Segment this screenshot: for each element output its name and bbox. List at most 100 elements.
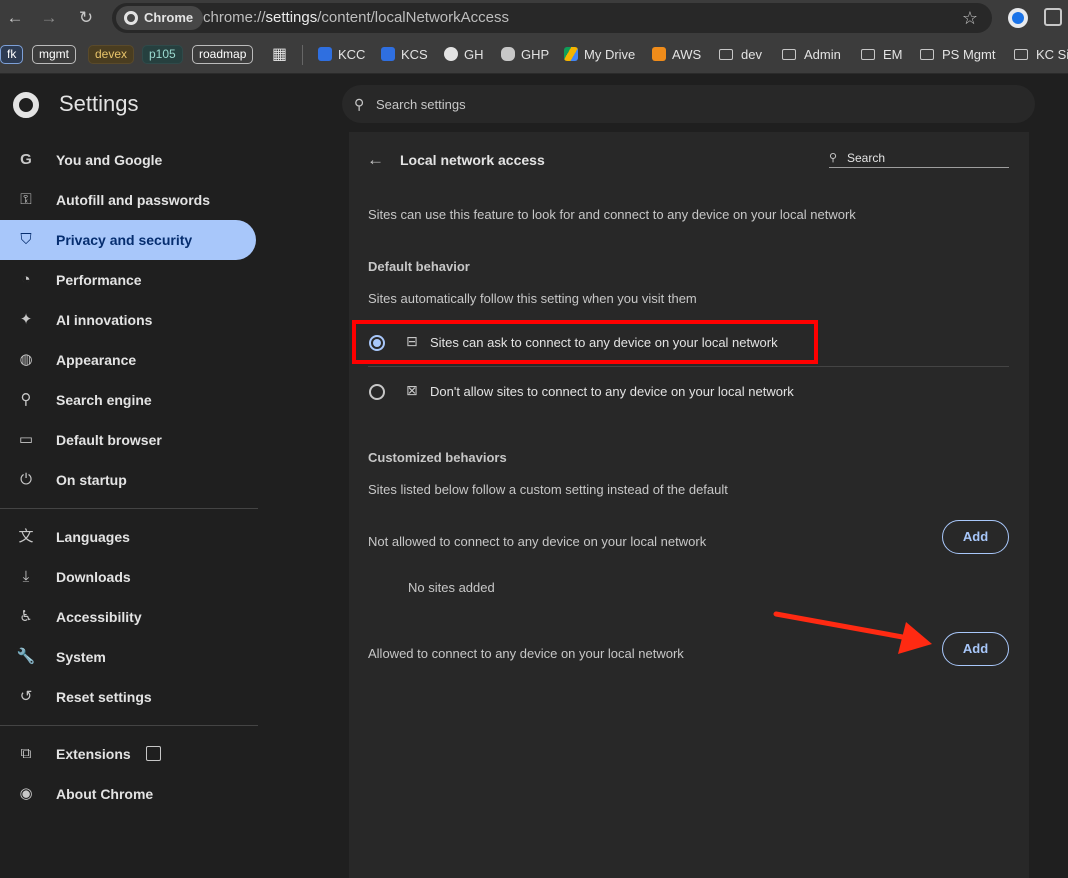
page-search-input[interactable] — [847, 150, 1007, 166]
bookmark-folder-kc-si[interactable]: KC Si — [1014, 36, 1068, 74]
sidebar-item-you-and-google[interactable]: G You and Google — [0, 140, 256, 180]
bookmark-tag-mgmt[interactable]: mgmt — [32, 45, 76, 64]
annotation-highlight-box — [352, 320, 818, 364]
chrome-logo-icon — [124, 11, 138, 25]
allowed-label: Allowed to connect to any device on your… — [368, 646, 684, 661]
bookmark-tag-devex[interactable]: devex — [88, 45, 135, 64]
folder-icon — [782, 49, 796, 60]
reset-icon: ↺ — [19, 688, 33, 705]
sidebar-item-appearance[interactable]: ◍ Appearance — [0, 340, 256, 380]
section-title: Local network access — [400, 152, 545, 168]
bookmark-folder-em[interactable]: EM — [861, 36, 903, 74]
folder-icon — [1014, 49, 1028, 60]
reload-icon[interactable]: ↻ — [74, 6, 98, 30]
extensions-puzzle-icon[interactable] — [1044, 8, 1062, 26]
content-card: ← Local network access ⚲ Sites can use t… — [349, 132, 1029, 878]
customized-behaviors-subtitle: Sites listed below follow a custom setti… — [368, 482, 728, 497]
google-g-icon: G — [20, 151, 32, 168]
sidebar-item-autofill[interactable]: ⚿ Autofill and passwords — [0, 180, 256, 220]
bookmark-kcs[interactable]: KCS — [381, 36, 428, 74]
sidebar-divider — [0, 508, 258, 509]
annotation-arrow-icon — [773, 611, 932, 654]
settings-search[interactable]: ⚲ — [342, 85, 1035, 123]
section-description: Sites can use this feature to look for a… — [368, 207, 856, 222]
bookmarks-separator — [302, 45, 303, 65]
google-drive-icon — [564, 47, 578, 61]
accessibility-icon: ♿ — [19, 608, 33, 625]
wrench-icon: 🔧 — [16, 648, 36, 665]
github-icon — [444, 47, 458, 61]
password-manager-extension-icon[interactable] — [1008, 8, 1028, 28]
browser-window-icon: ▭ — [18, 431, 34, 448]
sidebar-item-languages[interactable]: 文 Languages — [0, 517, 256, 557]
chrome-logo-icon — [13, 92, 39, 118]
search-icon: ⚲ — [354, 96, 365, 112]
sidebar-item-downloads[interactable]: ⤓ Downloads — [0, 557, 256, 597]
sidebar-item-default-browser[interactable]: ▭ Default browser — [0, 420, 256, 460]
sidebar-item-extensions[interactable]: ⧉ Extensions — [0, 734, 256, 774]
apps-grid-icon[interactable]: ▦ — [272, 36, 287, 74]
add-not-allowed-button[interactable]: Add — [942, 520, 1009, 554]
sidebar-item-on-startup[interactable]: ⏻ On startup — [0, 460, 256, 500]
sidebar-item-reset[interactable]: ↺ Reset settings — [0, 677, 256, 717]
bookmark-folder-admin[interactable]: Admin — [782, 36, 841, 74]
sidebar-item-search-engine[interactable]: ⚲ Search engine — [0, 380, 256, 420]
jira-icon — [381, 47, 395, 61]
add-allowed-button[interactable]: Add — [942, 632, 1009, 666]
bookmark-ghp[interactable]: GHP — [501, 36, 549, 74]
sidebar-item-about[interactable]: ◉ About Chrome — [0, 774, 256, 814]
download-icon: ⤓ — [22, 568, 30, 585]
customized-behaviors-heading: Customized behaviors — [368, 450, 507, 465]
router-off-icon: ⊠ — [406, 382, 418, 398]
bookmarks-bar: fk mgmt devex p105 roadmap ▦ KCC KCS GH … — [0, 36, 1068, 74]
sidebar-item-performance[interactable]: ◔ Performance — [0, 260, 256, 300]
sparkle-icon: ✦ — [19, 311, 33, 328]
not-allowed-label: Not allowed to connect to any device on … — [368, 534, 707, 549]
default-behavior-heading: Default behavior — [368, 259, 470, 274]
default-behavior-subtitle: Sites automatically follow this setting … — [368, 291, 697, 306]
search-icon: ⚲ — [829, 152, 838, 164]
chrome-logo-icon: ◉ — [19, 785, 33, 802]
address-bar[interactable]: Chrome chrome://settings/content/localNe… — [112, 3, 992, 33]
bookmark-tag-fk[interactable]: fk — [0, 45, 24, 64]
back-arrow-icon[interactable]: ← — [3, 6, 27, 30]
url-text[interactable]: chrome://settings/content/localNetworkAc… — [203, 3, 509, 33]
bookmark-tag-roadmap[interactable]: roadmap — [192, 45, 254, 64]
bookmark-kcc[interactable]: KCC — [318, 36, 365, 74]
folder-icon — [861, 49, 875, 60]
puzzle-icon: ⧉ — [20, 745, 32, 762]
back-arrow-icon[interactable]: ← — [367, 150, 384, 170]
bookmark-folder-dev[interactable]: dev — [719, 36, 762, 74]
chip-label: Chrome — [144, 10, 194, 25]
radio-block[interactable]: ⊠ Don't allow sites to connect to any de… — [368, 367, 1008, 415]
bookmark-tag-p105[interactable]: p105 — [142, 45, 183, 64]
no-sites-added: No sites added — [408, 580, 495, 595]
chrome-chip[interactable]: Chrome — [116, 6, 204, 30]
page-search[interactable]: ⚲ — [829, 150, 1009, 168]
bookmark-folder-ps-mgmt[interactable]: PS Mgmt — [920, 36, 995, 74]
sidebar-nav: G You and Google ⚿ Autofill and passwords … — [0, 140, 258, 878]
sidebar-item-ai[interactable]: ✦ AI innovations — [0, 300, 256, 340]
radio-button[interactable] — [369, 384, 385, 400]
sidebar-item-system[interactable]: 🔧 System — [0, 637, 256, 677]
forward-arrow-icon[interactable]: → — [37, 6, 61, 30]
bookmark-star-icon[interactable]: ☆ — [962, 8, 978, 29]
page-title: Settings — [59, 91, 139, 116]
open-in-new-icon — [146, 746, 161, 761]
bookmark-aws[interactable]: AWS — [652, 36, 701, 74]
bookmark-my-drive[interactable]: My Drive — [564, 36, 635, 74]
jira-icon — [318, 47, 332, 61]
speedometer-icon: ◔ — [21, 271, 31, 288]
power-icon: ⏻ — [20, 471, 32, 488]
palette-icon: ◍ — [19, 351, 33, 368]
translate-icon: 文 — [18, 528, 34, 545]
shield-icon: ⛉ — [20, 231, 32, 248]
sidebar-item-accessibility[interactable]: ♿ Accessibility — [0, 597, 256, 637]
copilot-icon — [501, 47, 515, 61]
sidebar-item-privacy[interactable]: ⛉ Privacy and security — [0, 220, 256, 260]
settings-search-input[interactable] — [376, 85, 1016, 123]
bookmark-gh[interactable]: GH — [444, 36, 484, 74]
folder-icon — [719, 49, 733, 60]
aws-icon — [652, 47, 666, 61]
sidebar-divider — [0, 725, 258, 726]
